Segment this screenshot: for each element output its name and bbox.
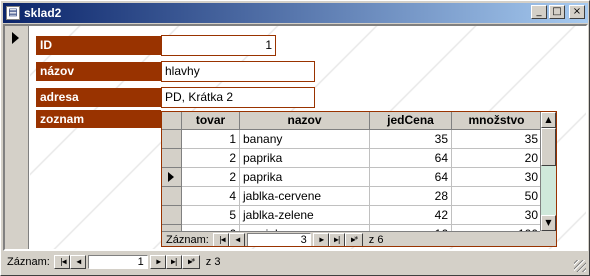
table-cell-jedcena[interactable]: 28 (370, 187, 452, 206)
scroll-up-icon[interactable]: ▲ (541, 112, 556, 128)
table-row[interactable]: 5 jablka-zelene 42 30 (162, 206, 542, 225)
table-cell-tovar[interactable]: 5 (182, 206, 240, 225)
window-controls: _ □ × (529, 5, 585, 19)
table-cell-mnozstvo[interactable]: 30 (452, 206, 542, 225)
current-record-arrow-icon (12, 32, 19, 44)
subform-new-record-icon[interactable]: ▶* (344, 232, 363, 246)
table-cell-tovar[interactable]: 2 (182, 168, 240, 187)
table-row[interactable]: 2 paprika 64 20 (162, 149, 542, 168)
table-cell-jedcena[interactable]: 64 (370, 168, 452, 187)
subform-header: tovar nazov jedCena množstvo (162, 112, 542, 130)
table-cell-tovar[interactable]: 2 (182, 149, 240, 168)
table-cell-nazov[interactable]: jablka-zelene (240, 206, 370, 225)
scroll-track[interactable] (541, 128, 556, 215)
table-row[interactable]: 2 paprika 64 30 (162, 168, 542, 187)
row-selector[interactable] (162, 187, 182, 206)
table-cell-jedcena[interactable]: 64 (370, 149, 452, 168)
table-cell-nazov[interactable]: banany (240, 130, 370, 149)
table-cell-nazov[interactable]: paprika (240, 149, 370, 168)
nazov-field[interactable]: hlavhy (161, 61, 315, 82)
access-form-window: ▤ sklad2 _ □ × ID 1 názov hlavhy adresa … (0, 0, 590, 276)
table-cell-jedcena[interactable]: 35 (370, 130, 452, 149)
subform-last-record-icon[interactable]: ▶| (328, 232, 345, 246)
table-cell-mnozstvo[interactable]: 50 (452, 187, 542, 206)
new-record-icon[interactable]: ▶* (181, 255, 200, 269)
table-cell-tovar[interactable]: 4 (182, 187, 240, 206)
adresa-label: adresa (36, 88, 161, 107)
zoznam-subform: tovar nazov jedCena množstvo 1 banany 35 35… (161, 111, 557, 247)
form-body: ID 1 názov hlavhy adresa PD, Krátka 2 zo… (30, 26, 586, 249)
maximize-button[interactable]: □ (549, 5, 565, 19)
column-header-tovar[interactable]: tovar (182, 112, 240, 130)
table-row[interactable]: 4 jablka-cervene 28 50 (162, 187, 542, 206)
main-record-navigator: Záznam: |◀ ◀ 1 ▶ ▶| ▶* z 3 (3, 254, 588, 270)
subform-scroll-corner (540, 231, 556, 246)
subform-record-navigator: Záznam: |◀ ◀ 3 ▶ ▶| ▶* z 6 (162, 231, 542, 246)
subform-record-count: z 6 (368, 233, 384, 246)
select-all-corner[interactable] (162, 112, 182, 130)
table-cell-mnozstvo[interactable]: 35 (452, 130, 542, 149)
next-record-icon[interactable]: ▶ (149, 255, 166, 269)
window-title: sklad2 (24, 6, 62, 20)
subform-rows: 1 banany 35 35 2 paprika 64 20 2 paprika 64 30 4 jabl… (162, 130, 542, 244)
table-cell-mnozstvo[interactable]: 30 (452, 168, 542, 187)
table-cell-nazov[interactable]: jablka-cervene (240, 187, 370, 206)
id-field[interactable]: 1 (161, 35, 276, 56)
column-header-jedcena[interactable]: jedCena (370, 112, 452, 130)
form-area: ID 1 názov hlavhy adresa PD, Krátka 2 zo… (3, 24, 588, 251)
table-cell-jedcena[interactable]: 42 (370, 206, 452, 225)
row-selector[interactable] (162, 206, 182, 225)
id-label: ID (36, 36, 161, 55)
first-record-icon[interactable]: |◀ (53, 255, 70, 269)
subform-record-number-input[interactable]: 3 (246, 232, 311, 246)
column-header-nazov[interactable]: nazov (240, 112, 370, 130)
scroll-down-icon[interactable]: ▼ (541, 215, 556, 231)
record-selector[interactable] (5, 26, 29, 249)
prev-record-icon[interactable]: ◀ (69, 255, 86, 269)
table-cell-tovar[interactable]: 1 (182, 130, 240, 149)
row-selector[interactable] (162, 149, 182, 168)
scroll-thumb[interactable] (541, 128, 556, 166)
last-record-icon[interactable]: ▶| (165, 255, 182, 269)
table-row[interactable]: 1 banany 35 35 (162, 130, 542, 149)
column-header-mnozstvo[interactable]: množstvo (452, 112, 542, 130)
table-cell-nazov[interactable]: paprika (240, 168, 370, 187)
zoznam-label: zoznam (36, 110, 161, 128)
resize-grip-icon[interactable] (574, 260, 586, 272)
subform-first-record-icon[interactable]: |◀ (212, 232, 229, 246)
adresa-field[interactable]: PD, Krátka 2 (161, 87, 315, 108)
current-row-selector[interactable] (162, 168, 182, 187)
title-bar[interactable]: ▤ sklad2 _ □ × (3, 3, 588, 23)
scroll-track-lower[interactable] (541, 166, 556, 215)
subform-vertical-scrollbar[interactable]: ▲ ▼ (540, 112, 556, 231)
main-record-count: z 3 (205, 256, 221, 268)
main-nav-label: Záznam: (7, 256, 50, 268)
minimize-button[interactable]: _ (531, 5, 547, 19)
subform-nav-label: Záznam: (166, 233, 209, 246)
row-selector[interactable] (162, 130, 182, 149)
subform-prev-record-icon[interactable]: ◀ (228, 232, 245, 246)
form-icon[interactable]: ▤ (6, 6, 20, 20)
record-number-input[interactable]: 1 (87, 255, 148, 269)
table-cell-mnozstvo[interactable]: 20 (452, 149, 542, 168)
nazov-label: názov (36, 62, 161, 81)
close-button[interactable]: × (569, 5, 585, 19)
subform-next-record-icon[interactable]: ▶ (312, 232, 329, 246)
